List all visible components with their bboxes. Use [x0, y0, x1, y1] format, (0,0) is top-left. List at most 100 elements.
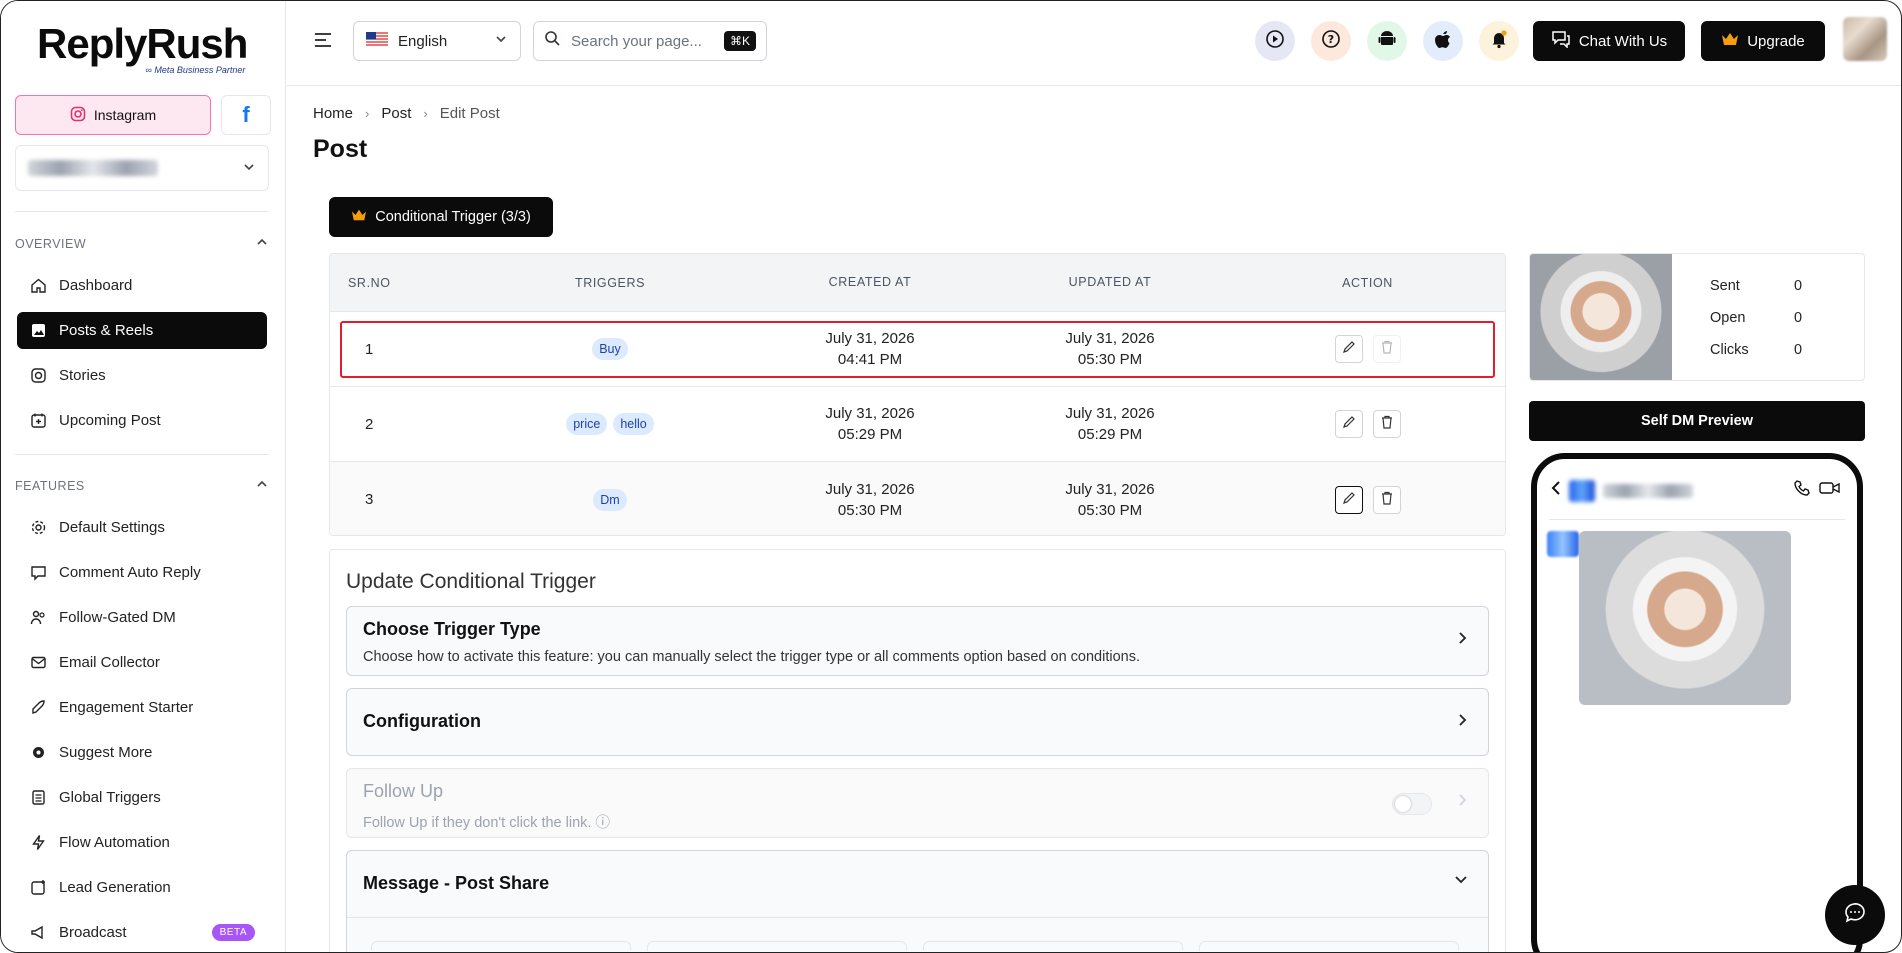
updated-time: 05:30 PM: [1077, 351, 1143, 368]
updated-time: 05:29 PM: [1077, 426, 1143, 443]
col-action: ACTION: [1342, 275, 1393, 290]
search-input[interactable]: [571, 32, 711, 50]
conditional-trigger-button[interactable]: Conditional Trigger (3/3): [329, 197, 553, 237]
accordion-description: Follow Up if they don't click the link. …: [363, 815, 610, 831]
section-features[interactable]: FEATURES: [15, 477, 269, 494]
divider: [15, 211, 269, 212]
update-conditional-trigger-panel: Update Conditional Trigger Choose Trigge…: [329, 549, 1506, 952]
help-icon: ?: [1321, 29, 1341, 54]
brand-logo[interactable]: ReplyRush ∞ Meta Business Partner: [37, 20, 248, 76]
user-avatar[interactable]: [1843, 17, 1887, 61]
chevron-down-icon: [1454, 873, 1468, 891]
android-app-button[interactable]: [1367, 21, 1407, 61]
back-arrow-icon[interactable]: [1551, 480, 1561, 501]
divider: [347, 917, 1488, 918]
users-icon: [29, 609, 47, 627]
sidebar-item-follow-gated-dm[interactable]: Follow-Gated DM: [17, 599, 267, 636]
post-thumbnail: [1530, 254, 1672, 380]
trash-icon: [1380, 415, 1394, 433]
upgrade-button[interactable]: Upgrade: [1701, 21, 1825, 61]
facebook-button[interactable]: f: [221, 95, 271, 135]
stat-clicks: Clicks 0: [1690, 342, 1850, 358]
sidebar-item-email-collector[interactable]: Email Collector: [17, 644, 267, 681]
updated-date: July 31, 2026: [1065, 405, 1155, 422]
self-dm-preview-button[interactable]: Self DM Preview: [1529, 401, 1865, 441]
chat-with-us-button[interactable]: Chat With Us: [1533, 21, 1685, 61]
breadcrumb-post[interactable]: Post: [381, 105, 411, 122]
trigger-tag: Dm: [593, 488, 627, 511]
sidebar-item-stories[interactable]: Stories: [17, 357, 267, 394]
table-row[interactable]: 3 Dm July 31, 2026 05:30 PM July 31, 202…: [330, 462, 1505, 535]
section-overview[interactable]: OVERVIEW: [15, 235, 269, 252]
notifications-button[interactable]: [1479, 21, 1519, 61]
trash-icon: [1380, 340, 1394, 358]
col-srno: SR.NO: [348, 275, 391, 290]
sidebar-item-engagement-starter[interactable]: Engagement Starter: [17, 689, 267, 726]
follow-up-accordion[interactable]: Follow Up Follow Up if they don't click …: [346, 768, 1489, 838]
message-post-share-accordion[interactable]: Message - Post Share: [346, 850, 1489, 952]
sidebar-item-suggest-more[interactable]: Suggest More: [17, 734, 267, 771]
help-button[interactable]: ?: [1311, 21, 1351, 61]
delete-button[interactable]: [1372, 335, 1401, 363]
account-select[interactable]: [15, 145, 269, 191]
sidebar-item-comment-auto-reply[interactable]: Comment Auto Reply: [17, 554, 267, 591]
sidebar-item-label: Global Triggers: [59, 789, 161, 806]
post-stats-card: Sent 0 Open 0 Clicks 0: [1529, 253, 1865, 381]
instagram-button[interactable]: Instagram: [15, 95, 211, 135]
message-option[interactable]: [371, 941, 631, 951]
trigger-type-accordion[interactable]: Choose Trigger Type Choose how to activa…: [346, 606, 1489, 676]
menu-toggle-icon[interactable]: [313, 31, 333, 54]
sidebar-item-broadcast[interactable]: Broadcast BETA: [17, 914, 267, 951]
updated-date: July 31, 2026: [1065, 480, 1155, 498]
table-row[interactable]: 1 Buy July 31, 2026 04:41 PM July 31, 20…: [330, 312, 1505, 387]
search-icon: [544, 30, 561, 52]
language-select[interactable]: English: [353, 21, 521, 61]
stat-label: Open: [1710, 310, 1746, 326]
sidebar-item-upcoming-post[interactable]: Upcoming Post: [17, 402, 267, 439]
apple-icon: [1434, 29, 1452, 54]
rocket-icon: [29, 699, 47, 717]
chat-contact-name-redacted: [1603, 483, 1693, 498]
col-updated: UPDATED AT: [1068, 275, 1152, 289]
divider: [15, 454, 269, 455]
configuration-accordion[interactable]: Configuration: [346, 688, 1489, 756]
sidebar-item-lead-generation[interactable]: Lead Generation: [17, 869, 267, 906]
message-option[interactable]: [923, 941, 1183, 951]
edit-button[interactable]: [1334, 485, 1363, 514]
bell-icon: [1489, 29, 1509, 54]
row-actions: [1230, 485, 1505, 514]
edit-button[interactable]: [1334, 335, 1363, 363]
phone-call-icon[interactable]: [1793, 479, 1811, 502]
sidebar-item-posts-reels[interactable]: Posts & Reels: [17, 312, 267, 349]
follow-up-toggle[interactable]: [1392, 793, 1432, 815]
sidebar-item-label: Default Settings: [59, 519, 165, 536]
chevron-down-icon: [494, 32, 508, 50]
sidebar-item-dashboard[interactable]: Dashboard: [17, 267, 267, 304]
sidebar-item-global-triggers[interactable]: Global Triggers: [17, 779, 267, 816]
message-option[interactable]: [1199, 941, 1459, 951]
breadcrumb-home[interactable]: Home: [313, 105, 353, 122]
breadcrumb-current: Edit Post: [439, 105, 500, 122]
edit-button[interactable]: [1334, 410, 1363, 438]
brand-name: ReplyRush: [37, 20, 248, 67]
stat-open: Open 0: [1690, 310, 1850, 326]
sidebar-item-default-settings[interactable]: Default Settings: [17, 509, 267, 546]
tutorial-button[interactable]: [1255, 21, 1295, 61]
stat-sent: Sent 0: [1690, 278, 1850, 294]
row-srno: 1: [365, 340, 374, 358]
table-row[interactable]: 2 price hello July 31, 2026 05:29 PM Jul…: [330, 387, 1505, 462]
ios-app-button[interactable]: [1423, 21, 1463, 61]
sidebar-item-label: Broadcast: [59, 924, 127, 941]
row-updated: July 31, 2026 05:30 PM: [990, 328, 1230, 370]
accordion-title: Choose Trigger Type: [363, 619, 541, 639]
video-call-icon[interactable]: [1819, 480, 1841, 501]
support-chat-button[interactable]: [1825, 885, 1885, 945]
row-srno: 2: [365, 415, 374, 433]
delete-button[interactable]: [1372, 485, 1401, 514]
row-srno: 3: [365, 491, 374, 508]
delete-button[interactable]: [1372, 410, 1401, 438]
message-option[interactable]: [647, 941, 907, 951]
pencil-icon: [1342, 491, 1356, 509]
created-date: July 31, 2026: [825, 480, 915, 498]
sidebar-item-flow-automation[interactable]: Flow Automation: [17, 824, 267, 861]
